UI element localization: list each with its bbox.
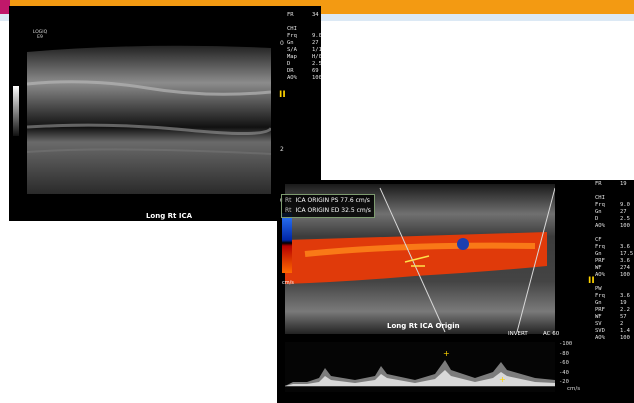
- velocity-color-bar: [282, 213, 292, 273]
- colorbar-unit: cm/s: [282, 280, 294, 286]
- svg-text:+: +: [499, 375, 506, 384]
- depth-mark-1: 0: [280, 40, 284, 47]
- param-values: 19 9.0 27 2.5 100 3.6 17.5 3.6 274 100 3…: [620, 181, 634, 341]
- measurement-ps: Rt ICA ORIGIN PS 77.6 cm/s: [285, 197, 370, 204]
- doppler-unit: cm/s: [567, 386, 581, 392]
- depth-mark-2: 2: [280, 146, 284, 153]
- scanner-logo: LOGIQ E9: [32, 30, 48, 40]
- focus-marker-icon: II: [279, 90, 286, 100]
- grayscale-bar: [13, 86, 19, 136]
- param-labels: FR CHI Frq Gn D AO% CF Frq Gn PRF WF AO%…: [595, 181, 605, 341]
- param-values: 34 9.0 27 1/1 H/0 2.5 69 100: [312, 12, 321, 81]
- invert-label: INVERT: [508, 331, 528, 337]
- angle-correction-label: AC 60: [543, 331, 560, 337]
- doppler-velocity-scale: -100 -80 -60 -40 -20: [559, 341, 573, 385]
- measurement-box: Rt ICA ORIGIN PS 77.6 cm/s Rt ICA ORIGIN E…: [281, 194, 375, 218]
- focus-marker-icon: II: [588, 276, 595, 286]
- ultrasound-panel-ica: LOGIQ E9 II 0 2 FR CHI Frq Gn S/A Map D …: [9, 6, 321, 221]
- image-caption: Long Rt ICA Origin: [387, 322, 460, 330]
- measurement-ed: Rt ICA ORIGIN ED 32.5 cm/s: [285, 207, 371, 214]
- svg-text:+: +: [443, 349, 450, 358]
- bmode-image-ica: [27, 45, 271, 194]
- param-labels: FR CHI Frq Gn S/A Map D DR AO%: [287, 12, 297, 81]
- image-caption: Long Rt ICA: [145, 212, 193, 220]
- doppler-spectrum: + +: [285, 342, 555, 392]
- ultrasound-panel-ica-origin: 0 cm/s RtICA ORIGIN PS 77.6 cm/s RtICA O…: [277, 180, 634, 403]
